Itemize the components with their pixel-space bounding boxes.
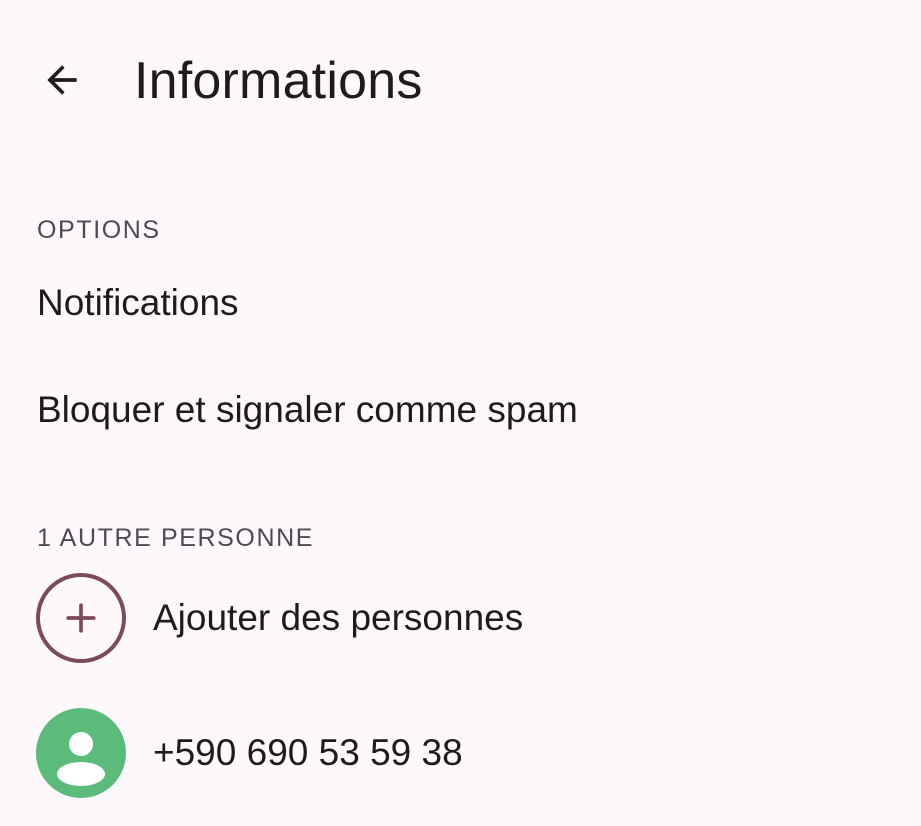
add-people-circle — [36, 573, 126, 663]
block-and-report-spam-label: Bloquer et signaler comme spam — [37, 389, 578, 430]
add-people-label: Ajouter des personnes — [153, 597, 524, 638]
notifications-label: Notifications — [37, 282, 239, 323]
app-bar: Informations — [0, 0, 921, 165]
notifications-option[interactable]: Notifications — [0, 253, 921, 353]
add-icon — [66, 603, 96, 633]
people-section-header: 1 AUTRE PERSONNE — [37, 524, 315, 552]
back-button[interactable] — [22, 40, 102, 120]
contact-row[interactable]: +590 690 53 59 38 — [0, 693, 921, 813]
contact-phone-number: +590 690 53 59 38 — [153, 732, 463, 773]
avatar — [36, 708, 126, 798]
page-title: Informations — [134, 52, 423, 110]
block-and-report-spam-option[interactable]: Bloquer et signaler comme spam — [0, 360, 921, 460]
add-people-row[interactable]: Ajouter des personnes — [0, 558, 921, 678]
person-icon — [57, 732, 105, 786]
options-section-header: OPTIONS — [37, 216, 161, 244]
arrow-back-icon — [47, 65, 77, 95]
